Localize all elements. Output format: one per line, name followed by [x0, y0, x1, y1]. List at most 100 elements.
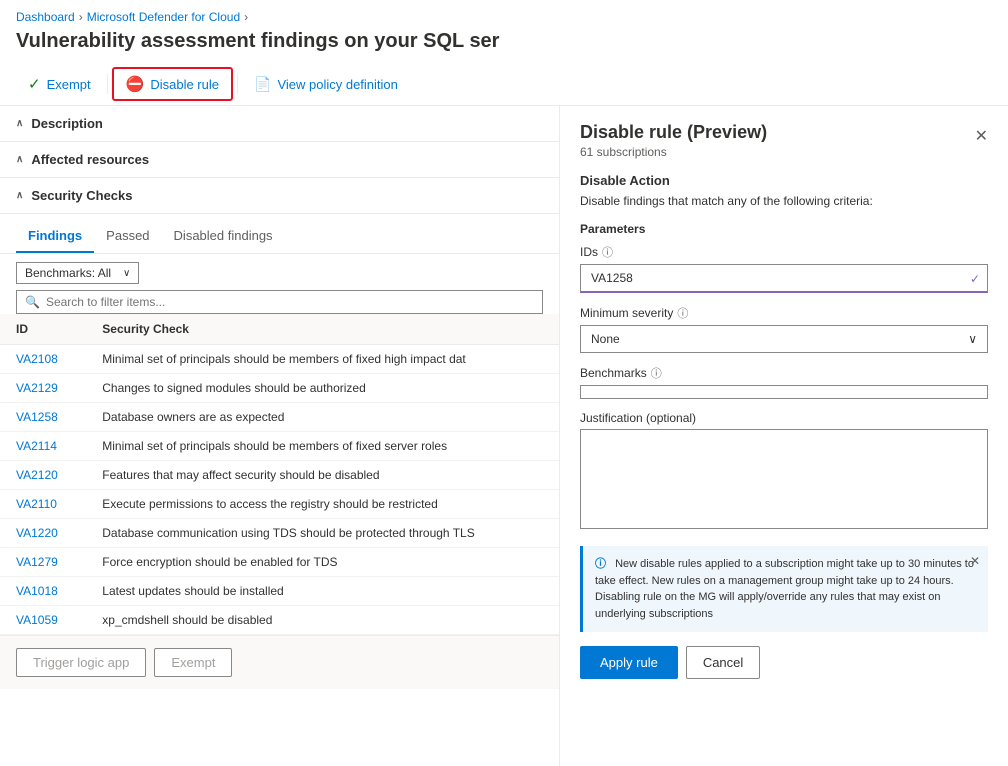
row-check: Changes to signed modules should be auth… [86, 374, 559, 403]
row-check: Database communication using TDS should … [86, 519, 559, 548]
row-check: Minimal set of principals should be memb… [86, 345, 559, 374]
main-container: ∧ Description ∧ Affected resources ∧ Sec… [0, 106, 1008, 766]
benchmarks-filter-label: Benchmarks: All [25, 266, 111, 280]
ids-label: IDs ⓘ [580, 244, 988, 260]
affected-resources-chevron: ∧ [16, 154, 23, 165]
disable-rule-panel: ✕ Disable rule (Preview) 61 subscription… [560, 106, 1008, 766]
breadcrumb-sep2: › [244, 10, 248, 24]
exempt-icon: ✓ [28, 75, 41, 93]
table-row[interactable]: VA2110 Execute permissions to access the… [0, 490, 559, 519]
tab-findings[interactable]: Findings [16, 220, 94, 253]
bottom-exempt-button[interactable]: Exempt [154, 648, 232, 677]
disable-rule-label: Disable rule [150, 77, 219, 92]
bottom-toolbar: Trigger logic app Exempt [0, 635, 559, 689]
tabs: Findings Passed Disabled findings [0, 220, 559, 254]
benchmarks-filter-chevron: ∨ [123, 268, 130, 279]
toolbar-divider-2 [237, 74, 238, 94]
table-row[interactable]: VA1279 Force encryption should be enable… [0, 548, 559, 577]
disable-action-label: Disable Action [580, 173, 988, 188]
row-id: VA1258 [0, 403, 86, 432]
view-policy-button[interactable]: 📄 View policy definition [242, 70, 410, 99]
description-chevron: ∧ [16, 118, 23, 129]
row-check: xp_cmdshell should be disabled [86, 606, 559, 635]
table-row[interactable]: VA2129 Changes to signed modules should … [0, 374, 559, 403]
table-row[interactable]: VA1018 Latest updates should be installe… [0, 577, 559, 606]
benchmarks-label: Benchmarks ⓘ [580, 365, 988, 381]
search-input[interactable] [46, 295, 534, 309]
row-check: Features that may affect security should… [86, 461, 559, 490]
row-check: Force encryption should be enabled for T… [86, 548, 559, 577]
row-check: Database owners are as expected [86, 403, 559, 432]
search-box: 🔍 [16, 290, 543, 314]
cancel-button[interactable]: Cancel [686, 646, 760, 679]
disable-rule-button[interactable]: ⛔ Disable rule [112, 67, 233, 101]
security-checks-label: Security Checks [31, 188, 132, 203]
exempt-button[interactable]: ✓ Exempt [16, 69, 103, 99]
action-buttons: Apply rule Cancel [580, 646, 988, 679]
col-id: ID [0, 314, 86, 345]
apply-rule-button[interactable]: Apply rule [580, 646, 678, 679]
benchmarks-info-icon[interactable]: ⓘ [651, 365, 662, 381]
view-policy-icon: 📄 [254, 76, 271, 93]
row-id: VA1220 [0, 519, 86, 548]
row-check: Minimal set of principals should be memb… [86, 432, 559, 461]
benchmarks-filter[interactable]: Benchmarks: All ∨ [16, 262, 139, 284]
tab-passed[interactable]: Passed [94, 220, 161, 253]
benchmarks-field-group: Benchmarks ⓘ [580, 365, 988, 399]
table-row[interactable]: VA1258 Database owners are as expected [0, 403, 559, 432]
criteria-text: Disable findings that match any of the f… [580, 194, 988, 208]
info-message: New disable rules applied to a subscript… [595, 558, 974, 620]
disable-rule-icon: ⛔ [126, 75, 145, 93]
breadcrumb-sep1: › [79, 10, 83, 24]
min-severity-field-group: Minimum severity ⓘ None ∨ [580, 305, 988, 353]
table-row[interactable]: VA2120 Features that may affect security… [0, 461, 559, 490]
table-row[interactable]: VA2108 Minimal set of principals should … [0, 345, 559, 374]
table-header-row: ID Security Check [0, 314, 559, 345]
table-row[interactable]: VA1059 xp_cmdshell should be disabled [0, 606, 559, 635]
row-id: VA2120 [0, 461, 86, 490]
security-checks-section[interactable]: ∧ Security Checks [0, 178, 559, 214]
panel-close-button[interactable]: ✕ [971, 122, 992, 150]
trigger-logic-app-button[interactable]: Trigger logic app [16, 648, 146, 677]
search-icon: 🔍 [25, 295, 40, 309]
table-row[interactable]: VA1220 Database communication using TDS … [0, 519, 559, 548]
row-id: VA1279 [0, 548, 86, 577]
panel-subtitle: 61 subscriptions [580, 145, 988, 159]
filter-bar: Benchmarks: All ∨ 🔍 [0, 254, 559, 314]
exempt-label: Exempt [47, 77, 91, 92]
description-label: Description [31, 116, 103, 131]
info-close-button[interactable]: ✕ [970, 554, 980, 568]
table-row[interactable]: VA2114 Minimal set of principals should … [0, 432, 559, 461]
breadcrumb-defender[interactable]: Microsoft Defender for Cloud [87, 10, 240, 24]
benchmarks-input[interactable] [580, 385, 988, 399]
affected-resources-section[interactable]: ∧ Affected resources [0, 142, 559, 178]
ids-check-icon: ✓ [970, 272, 980, 286]
min-severity-select[interactable]: None ∨ [580, 325, 988, 353]
row-id: VA1059 [0, 606, 86, 635]
security-checks-chevron: ∧ [16, 190, 23, 201]
col-security-check: Security Check [86, 314, 559, 345]
min-severity-chevron: ∨ [968, 332, 977, 346]
row-check: Execute permissions to access the regist… [86, 490, 559, 519]
toolbar-divider-1 [107, 74, 108, 94]
justification-textarea[interactable] [580, 429, 988, 529]
breadcrumb: Dashboard › Microsoft Defender for Cloud… [0, 0, 1008, 28]
tab-disabled[interactable]: Disabled findings [162, 220, 285, 253]
row-id: VA2108 [0, 345, 86, 374]
view-policy-label: View policy definition [277, 77, 397, 92]
toolbar: ✓ Exempt ⛔ Disable rule 📄 View policy de… [0, 63, 1008, 106]
parameters-label: Parameters [580, 222, 988, 236]
description-section[interactable]: ∧ Description [0, 106, 559, 142]
ids-field-group: IDs ⓘ VA1258 ✓ [580, 244, 988, 293]
ids-input[interactable]: VA1258 ✓ [580, 264, 988, 293]
min-severity-info-icon[interactable]: ⓘ [677, 305, 688, 321]
breadcrumb-dashboard[interactable]: Dashboard [16, 10, 75, 24]
info-box: ✕ ⓘ New disable rules applied to a subsc… [580, 546, 988, 632]
justification-field-group: Justification (optional) [580, 411, 988, 532]
left-panel: ∧ Description ∧ Affected resources ∧ Sec… [0, 106, 560, 766]
ids-input-wrapper: VA1258 ✓ [580, 264, 988, 293]
row-id: VA2129 [0, 374, 86, 403]
min-severity-label: Minimum severity ⓘ [580, 305, 988, 321]
row-id: VA1018 [0, 577, 86, 606]
ids-info-icon[interactable]: ⓘ [602, 244, 613, 260]
